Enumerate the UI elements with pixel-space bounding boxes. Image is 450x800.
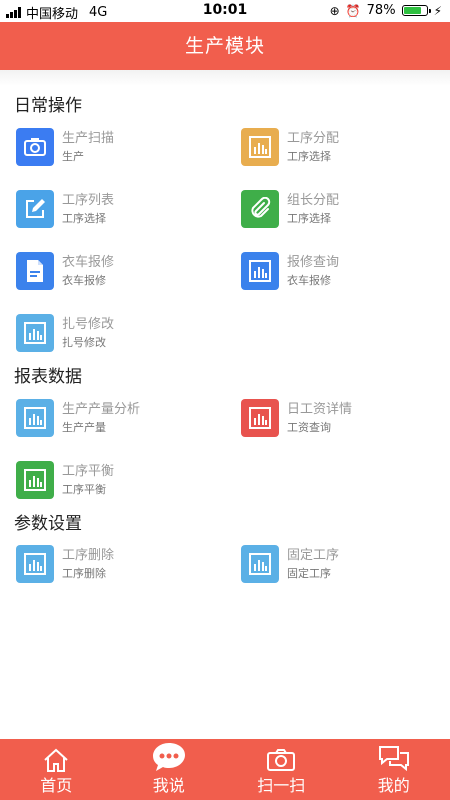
- nav-tab-home[interactable]: 首页: [0, 739, 113, 800]
- bottom-nav: 首页 我说 扫一扫 我的: [0, 739, 450, 800]
- bar-chart-icon: [241, 399, 279, 437]
- item-subtitle: 衣车报修: [287, 274, 331, 287]
- item-subtitle: 生产产量: [62, 421, 106, 434]
- bar-chart-icon: [241, 128, 279, 166]
- paperclip-icon: [241, 190, 279, 228]
- bar-chart-icon: [16, 399, 54, 437]
- item-subtitle: 固定工序: [287, 567, 331, 580]
- item-title: 固定工序: [287, 548, 340, 563]
- menu-item-repair-query[interactable]: 报修查询 衣车报修: [241, 251, 441, 291]
- menu-item-process-balance[interactable]: 工序平衡 工序平衡: [16, 460, 216, 500]
- status-bar: 中国移动 4G 10:01 ⊕ ⏰ 78% ⚡: [0, 0, 450, 22]
- menu-item-process-assign[interactable]: 工序分配 工序选择: [241, 127, 441, 167]
- bar-chart-icon: [241, 252, 279, 290]
- item-subtitle: 工序选择: [287, 150, 331, 163]
- bar-chart-icon: [241, 545, 279, 583]
- bar-chart-icon: [16, 461, 54, 499]
- nav-label: 首页: [40, 776, 73, 795]
- menu-item-production-scan[interactable]: 生产扫描 生产: [16, 127, 216, 167]
- nav-tab-mine[interactable]: 我的: [338, 739, 450, 800]
- item-subtitle: 工序选择: [287, 212, 331, 225]
- menu-item-bundle-edit[interactable]: 扎号修改 扎号修改: [16, 313, 216, 353]
- item-subtitle: 工资查询: [287, 421, 331, 434]
- nav-label: 我的: [377, 776, 410, 795]
- bar-chart-icon: [16, 545, 54, 583]
- item-title: 组长分配: [287, 193, 340, 208]
- battery-percent: 78%: [366, 3, 396, 18]
- item-title: 衣车报修: [62, 255, 115, 270]
- menu-item-fixed-process[interactable]: 固定工序 固定工序: [241, 544, 441, 584]
- item-title: 报修查询: [287, 255, 340, 270]
- menu-item-leader-assign[interactable]: 组长分配 工序选择: [241, 189, 441, 229]
- nav-label: 我说: [152, 776, 185, 795]
- nav-tab-speak[interactable]: 我说: [113, 739, 226, 800]
- item-title: 工序列表: [62, 193, 115, 208]
- menu-item-daily-wage[interactable]: 日工资详情 工资查询: [241, 398, 441, 438]
- header-divider: [0, 70, 450, 86]
- nav-tab-scan[interactable]: 扫一扫: [225, 739, 338, 800]
- item-subtitle: 生产: [62, 150, 84, 163]
- menu-item-process-delete[interactable]: 工序删除 工序删除: [16, 544, 216, 584]
- chat-bubble-icon: [152, 743, 185, 771]
- item-title: 工序分配: [287, 131, 340, 146]
- menu-item-output-analysis[interactable]: 生产产量分析 生产产量: [16, 398, 216, 438]
- charging-icon: ⚡: [433, 3, 442, 18]
- edit-icon: [16, 190, 54, 228]
- item-title: 工序删除: [62, 548, 115, 563]
- section-title-daily: 日常操作: [14, 96, 82, 116]
- alarm-icon: ⏰: [345, 3, 361, 18]
- camera-icon: [267, 749, 296, 771]
- document-icon: [16, 252, 54, 290]
- item-title: 生产扫描: [62, 131, 115, 146]
- camera-icon: [16, 128, 54, 166]
- item-title: 日工资详情: [287, 402, 353, 417]
- item-subtitle: 衣车报修: [62, 274, 106, 287]
- messages-icon: [378, 746, 409, 772]
- menu-item-process-list[interactable]: 工序列表 工序选择: [16, 189, 216, 229]
- section-title-settings: 参数设置: [14, 514, 82, 534]
- orientation-lock-icon: ⊕: [329, 3, 340, 18]
- page-title: 生产模块: [0, 22, 450, 70]
- battery-icon: [401, 5, 431, 16]
- item-subtitle: 工序选择: [62, 212, 106, 225]
- item-title: 工序平衡: [62, 464, 115, 479]
- item-subtitle: 工序删除: [62, 567, 106, 580]
- item-title: 扎号修改: [62, 317, 115, 332]
- item-title: 生产产量分析: [62, 402, 141, 417]
- menu-item-machine-repair[interactable]: 衣车报修 衣车报修: [16, 251, 216, 291]
- item-subtitle: 工序平衡: [62, 483, 106, 496]
- nav-label: 扫一扫: [257, 776, 306, 795]
- home-icon: [44, 748, 68, 772]
- bar-chart-icon: [16, 314, 54, 352]
- item-subtitle: 扎号修改: [62, 336, 106, 349]
- section-title-reports: 报表数据: [14, 367, 82, 387]
